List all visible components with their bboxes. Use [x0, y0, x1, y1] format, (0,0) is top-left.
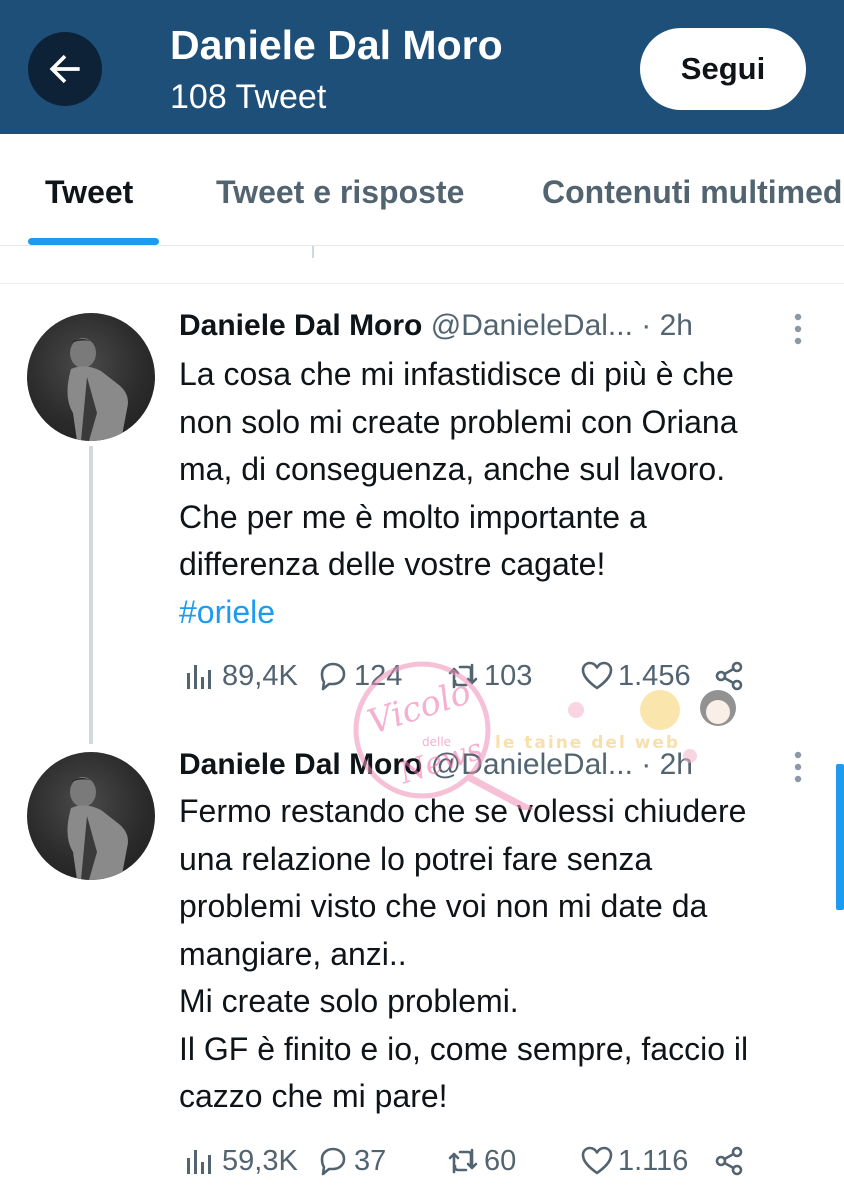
- share-button[interactable]: [712, 1141, 746, 1181]
- tab-contenuti-multimediali[interactable]: Contenuti multimediali: [542, 174, 844, 211]
- tweet-count: 108 Tweet: [170, 78, 327, 116]
- more-icon[interactable]: [792, 750, 804, 784]
- tweet-actions: 89,4K 124 103 1.456: [184, 656, 824, 696]
- tweet-text: Fermo restando che se volessi chiudere u…: [179, 788, 819, 1121]
- reply-count: 124: [354, 659, 403, 692]
- views-icon: [187, 665, 211, 689]
- avatar-photo-icon: [67, 777, 128, 880]
- follow-button[interactable]: Segui: [640, 28, 806, 110]
- back-arrow-icon: [49, 54, 80, 84]
- like-count: 1.456: [618, 659, 691, 692]
- tweet-header: Daniele Dal Moro @DanieleDal... · 2h: [179, 309, 693, 343]
- views-icon: [187, 1150, 211, 1174]
- previous-tweet-thread-stub: [312, 246, 314, 258]
- profile-header: Daniele Dal Moro 108 Tweet Segui: [0, 0, 844, 134]
- tweet-text-line: Il GF è finito e io, come sempre, faccio…: [179, 1030, 749, 1067]
- retweet-icon: [448, 1148, 478, 1174]
- tweet-timestamp[interactable]: · 2h: [641, 748, 693, 781]
- reply-icon: [320, 662, 346, 691]
- tweet-text-line: La cosa che mi infastidisce di più è che: [179, 356, 734, 392]
- like-button[interactable]: 1.456: [580, 656, 691, 696]
- tweet-text-line: problemi visto che voi non mi date da: [179, 888, 708, 924]
- tweet-text-line: Che per me è molto importante a: [179, 498, 647, 535]
- tweet-timestamp[interactable]: · 2h: [641, 309, 693, 342]
- feed-divider: [0, 246, 844, 284]
- avatar[interactable]: [27, 313, 155, 441]
- tweet-author-name[interactable]: Daniele Dal Moro: [179, 309, 422, 342]
- more-icon[interactable]: [792, 312, 804, 346]
- reply-count: 37: [354, 1144, 387, 1177]
- avatar-photo-icon: [67, 338, 128, 441]
- views-button[interactable]: 89,4K: [184, 656, 298, 696]
- like-icon: [581, 661, 613, 690]
- retweet-button[interactable]: 103: [446, 656, 532, 696]
- tweet-text-line: differenza delle vostre cagate!: [179, 546, 606, 582]
- tweet-text-line: una relazione lo potrei fare senza: [179, 840, 653, 877]
- like-icon: [581, 1146, 613, 1175]
- retweet-count: 103: [484, 659, 533, 692]
- tweet-text-line: ma, di conseguenza, anche sul lavoro.: [179, 451, 726, 487]
- tab-tweet-e-risposte[interactable]: Tweet e risposte: [216, 174, 464, 211]
- share-button[interactable]: [712, 656, 746, 696]
- views-count: 89,4K: [222, 659, 298, 692]
- tweet-text-line: cazzo che mi pare!: [179, 1078, 448, 1114]
- back-button[interactable]: [28, 32, 102, 106]
- share-icon: [715, 1146, 743, 1176]
- retweet-count: 60: [484, 1144, 517, 1177]
- scrollbar[interactable]: [836, 764, 844, 910]
- profile-tabs: Tweet Tweet e risposte Contenuti multime…: [0, 134, 844, 246]
- tweet-author-handle[interactable]: @DanieleDal...: [431, 309, 633, 342]
- reply-button[interactable]: 124: [316, 656, 402, 696]
- tweet-actions: 59,3K 37 60 1.116: [184, 1141, 824, 1181]
- views-count: 59,3K: [222, 1144, 298, 1177]
- tab-tweet[interactable]: Tweet: [45, 174, 133, 211]
- avatar[interactable]: [27, 752, 155, 880]
- active-tab-indicator: [28, 238, 159, 245]
- tweet-author-name[interactable]: Daniele Dal Moro: [179, 748, 422, 781]
- views-button[interactable]: 59,3K: [184, 1141, 298, 1181]
- tweet-text-line: Fermo restando che se volessi chiudere: [179, 793, 747, 829]
- watermark-text: delle: [422, 735, 451, 749]
- hashtag-link[interactable]: #oriele: [179, 589, 819, 637]
- tweet-author-handle[interactable]: @DanieleDal...: [431, 748, 633, 781]
- profile-name-title: Daniele Dal Moro: [170, 22, 503, 68]
- tweet-text-line: Mi create solo problemi.: [179, 983, 519, 1019]
- tweet-header: Daniele Dal Moro @DanieleDal... · 2h: [179, 748, 693, 782]
- thread-connector-line: [89, 446, 93, 744]
- retweet-icon: [448, 663, 478, 689]
- tweet-text-line: non solo mi create problemi con Oriana: [179, 403, 738, 440]
- reply-icon: [320, 1147, 346, 1176]
- tweet-text-line: mangiare, anzi..: [179, 935, 407, 972]
- like-count: 1.116: [618, 1144, 689, 1177]
- tweet-text: La cosa che mi infastidisce di più è che…: [179, 351, 819, 636]
- retweet-button[interactable]: 60: [446, 1141, 516, 1181]
- share-icon: [715, 661, 743, 691]
- like-button[interactable]: 1.116: [580, 1141, 688, 1181]
- reply-button[interactable]: 37: [316, 1141, 386, 1181]
